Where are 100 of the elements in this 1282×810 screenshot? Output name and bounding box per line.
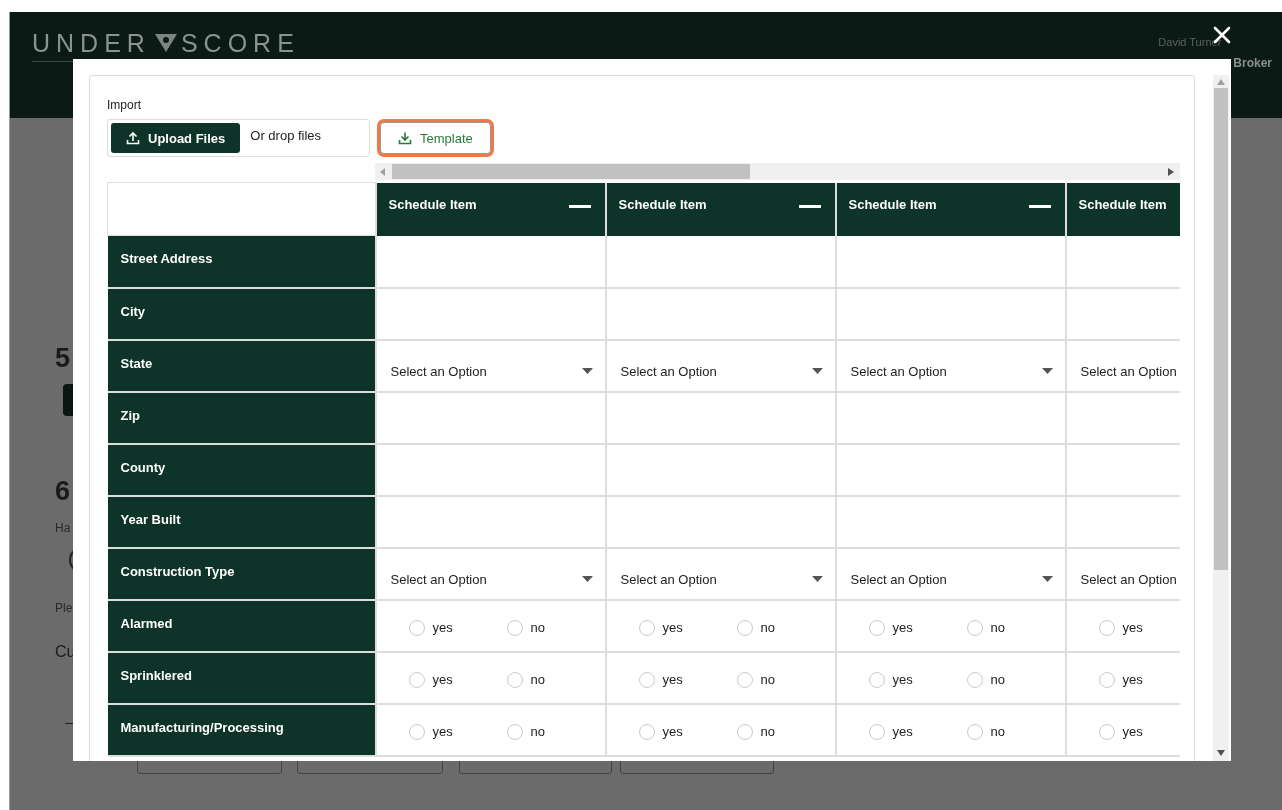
text-input-cell[interactable] [835,287,1066,340]
select-dropdown[interactable]: Select an Option [836,340,1065,379]
upload-icon [126,131,140,145]
select-dropdown[interactable]: Select an Option [836,548,1065,587]
horizontal-scrollbar[interactable] [375,163,1180,180]
column-title: Schedule Item [848,196,937,212]
radio-button[interactable] [506,723,523,740]
radio-button[interactable] [638,619,655,636]
radio-label: yes [1122,672,1143,687]
radio-label: no [530,724,545,739]
scroll-left-icon[interactable] [380,168,386,176]
row-label: Manufacturing/Processing [107,703,376,756]
radio-label: no [530,620,545,635]
text-input-cell[interactable] [1065,443,1180,496]
text-input-cell[interactable] [375,235,606,288]
row-label: Year Built [107,495,376,548]
radio-label: yes [432,620,453,635]
text-input-cell[interactable] [605,235,836,288]
section-heading: 6 [55,476,71,507]
user-role: Broker [1233,55,1272,70]
radio-label: no [760,620,775,635]
minus-icon[interactable] [798,205,821,209]
radio-button[interactable] [408,619,425,636]
radio-button[interactable] [736,723,753,740]
select-dropdown[interactable]: Select an Option [1066,340,1180,379]
text-input-cell[interactable] [605,391,836,444]
vertical-scrollbar[interactable] [1213,75,1229,761]
radio-button[interactable] [966,723,983,740]
text-input-cell[interactable] [1065,235,1180,288]
text-input-cell[interactable] [835,495,1066,548]
radio-button[interactable] [1098,723,1115,740]
radio-button[interactable] [408,671,425,688]
text-input-cell[interactable] [375,443,606,496]
minus-icon[interactable] [568,205,591,209]
radio-label: yes [432,672,453,687]
select-dropdown[interactable]: Select an Option [606,340,835,379]
template-button[interactable]: Template [380,122,491,154]
caret-icon [581,576,593,582]
row-label: City [107,287,376,340]
text-input-cell[interactable] [605,443,836,496]
radio-button[interactable] [966,619,983,636]
radio-label: yes [1122,724,1143,739]
radio-button[interactable] [408,723,425,740]
text-input-cell[interactable] [835,391,1066,444]
section-heading: 5 [55,343,71,374]
radio-button[interactable] [638,671,655,688]
triangle-logo-icon [154,34,177,52]
text-input-cell[interactable] [1065,287,1180,340]
radio-button[interactable] [868,619,885,636]
text-input-cell[interactable] [605,495,836,548]
text-input-cell[interactable] [835,443,1066,496]
upload-files-button[interactable]: Upload Files [111,123,241,153]
row-label: Zip [107,391,376,444]
radio-label: no [760,724,775,739]
radio-button[interactable] [1098,671,1115,688]
radio-button[interactable] [506,619,523,636]
radio-label: yes [892,724,913,739]
text-input-cell[interactable] [835,235,1066,288]
import-label: Import [107,98,142,112]
radio-label: no [990,672,1005,687]
text-input-cell[interactable] [1065,391,1180,444]
text-input-cell[interactable] [375,391,606,444]
row-label: County [107,443,376,496]
radio-button[interactable] [868,723,885,740]
select-dropdown[interactable]: Select an Option [376,548,605,587]
caret-icon [1041,576,1053,582]
scroll-down-icon[interactable] [1217,750,1225,756]
text-input-cell[interactable] [375,495,606,548]
scrollbar-thumb[interactable] [1214,88,1228,570]
radio-label: no [530,672,545,687]
row-label: Alarmed [107,599,376,652]
row-label: Street Address [107,235,376,288]
text-input-cell[interactable] [375,287,606,340]
radio-button[interactable] [736,619,753,636]
radio-button[interactable] [736,671,753,688]
page-text: Ple [55,601,73,615]
page-text: Ha [55,521,71,535]
scroll-right-icon[interactable] [1168,168,1174,176]
radio-label: yes [662,724,683,739]
caret-icon [581,368,593,374]
radio-label: no [990,724,1005,739]
radio-button[interactable] [966,671,983,688]
radio-button[interactable] [506,671,523,688]
scrollbar-thumb[interactable] [392,164,750,179]
text-input-cell[interactable] [605,287,836,340]
file-drop-zone[interactable]: Upload Files Or drop files [107,119,370,157]
select-dropdown[interactable]: Select an Option [1066,548,1180,587]
scroll-up-icon[interactable] [1217,79,1225,85]
text-input-cell[interactable] [1065,495,1180,548]
select-dropdown[interactable]: Select an Option [376,340,605,379]
radio-label: no [990,620,1005,635]
radio-label: yes [1122,620,1143,635]
column-title: Schedule Item [1078,196,1167,212]
radio-button[interactable] [1098,619,1115,636]
radio-label: yes [892,620,913,635]
download-icon [398,131,412,145]
minus-icon[interactable] [1028,205,1051,209]
select-dropdown[interactable]: Select an Option [606,548,835,587]
radio-button[interactable] [638,723,655,740]
radio-button[interactable] [868,671,885,688]
